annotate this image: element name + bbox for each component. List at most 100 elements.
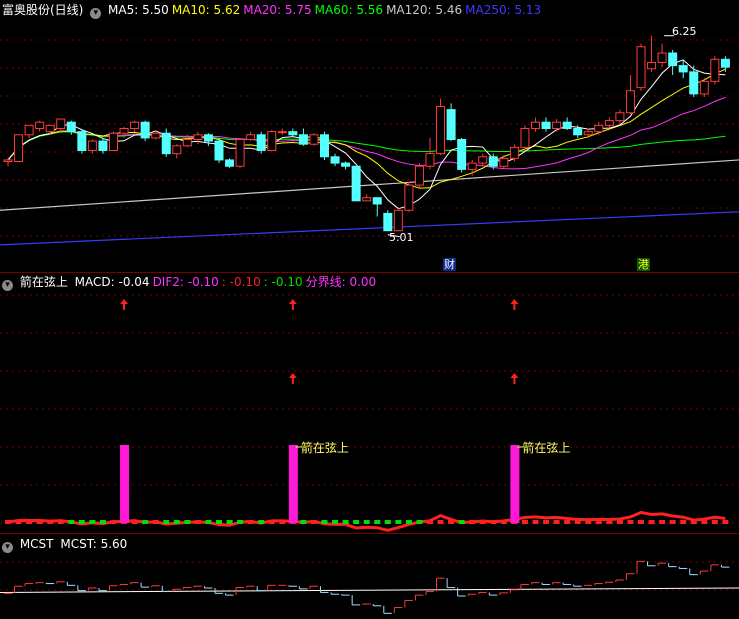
macd-bar (458, 520, 465, 524)
candle-body (172, 145, 182, 155)
signal-pillar (510, 445, 520, 523)
ma-legend-item: MA120: 5.46 (386, 3, 463, 17)
candle-body (35, 121, 45, 129)
candle-body (98, 140, 108, 152)
candle-body (467, 162, 477, 170)
candle-body (109, 132, 118, 152)
candle-body (699, 80, 709, 95)
indicator-legend-item: : -0.10 (263, 275, 303, 289)
ma-legend-item: MA5: 5.50 (108, 3, 169, 17)
macd-bar (448, 520, 455, 524)
hk-badge[interactable]: 港 (637, 258, 650, 271)
indicator-chart[interactable] (0, 273, 739, 533)
candle-body (3, 159, 13, 163)
signal-pillar (288, 445, 298, 523)
ma-legend-item: MA20: 5.75 (243, 3, 312, 17)
macd-bar (342, 520, 349, 524)
candle-body (288, 131, 298, 136)
candle-body (66, 121, 76, 133)
macd-bar (110, 520, 117, 524)
macd-bar (363, 520, 370, 524)
candle-body (446, 109, 456, 141)
candle-body (583, 131, 593, 136)
macd-bar (89, 520, 96, 524)
candle-body (562, 121, 572, 129)
macd-bar (131, 520, 138, 524)
indicator-panel[interactable]: ▾ 箭在弦上 MACD: -0.04 DIF2: -0.10: -0.10: -0… (0, 273, 739, 533)
candle-body (87, 140, 97, 152)
candle-body (140, 121, 150, 139)
macd-bar (15, 520, 22, 524)
macd-bar (205, 520, 212, 524)
macd-bar (395, 520, 402, 524)
mcst-panel[interactable]: ▾ MCST MCST: 5.60 (0, 534, 739, 619)
macd-bar (711, 520, 718, 524)
candle-body (372, 197, 382, 205)
ma-legend: MA5: 5.50 MA10: 5.62 MA20: 5.75 MA60: 5.56 M… (108, 3, 544, 17)
candle-body (362, 197, 372, 202)
candle-body (130, 121, 140, 129)
candle-body (383, 212, 393, 232)
macd-bar (638, 520, 644, 524)
candle-body (573, 127, 583, 136)
macd-bar (26, 520, 33, 524)
macd-bar (237, 520, 244, 524)
candle-body (246, 134, 256, 141)
price-panel[interactable]: 富奥股份(日线) ▾ MA5: 5.50 MA10: 5.62 MA20: 5.75… (0, 0, 739, 272)
candle-body (161, 132, 171, 155)
candle-body (277, 131, 287, 134)
price-chart[interactable] (0, 0, 739, 272)
macd-bar (616, 520, 623, 524)
indicator-legend-item: DIF2: -0.10 (152, 275, 219, 289)
candle-body (499, 157, 509, 167)
up-arrow-icon (120, 299, 129, 310)
macd-bar (574, 520, 581, 524)
candle-body (436, 105, 446, 155)
macd-bar (553, 520, 560, 524)
macd-bar (216, 520, 222, 524)
candle-body (320, 134, 329, 158)
macd-bar (226, 520, 233, 524)
candle-body (657, 52, 667, 63)
macd-bar (405, 520, 412, 524)
indicator-legend-item: 分界线: 0.00 (305, 275, 377, 289)
macd-bar (353, 520, 360, 524)
candle-body (77, 131, 87, 152)
macd-bar (585, 520, 592, 524)
ma10-line (7, 68, 726, 189)
macd-bar (47, 520, 54, 524)
up-arrow-icon (510, 299, 519, 310)
candle-body (193, 134, 203, 141)
macd-bar (648, 520, 655, 524)
chevron-down-icon[interactable]: ▾ (2, 542, 13, 553)
finance-badge[interactable]: 财 (443, 258, 456, 271)
candle-body (636, 46, 646, 89)
candle-body (14, 134, 24, 163)
macd-bar (5, 520, 11, 524)
macd-bar (374, 520, 381, 524)
macd-bar (532, 520, 539, 524)
macd-bar (173, 520, 180, 524)
ma-legend-item: MA60: 5.56 (314, 3, 384, 17)
macd-bar (416, 520, 423, 524)
candle-body (478, 156, 488, 164)
macd-bar (300, 520, 307, 524)
macd-bar (279, 520, 286, 524)
price-header: 富奥股份(日线) ▾ MA5: 5.50 MA10: 5.62 MA20: 5.75… (2, 2, 547, 19)
macd-bar (384, 520, 391, 524)
macd-bar (479, 520, 486, 524)
candle-body (615, 112, 625, 122)
indicator-header: ▾ 箭在弦上 MACD: -0.04 DIF2: -0.10: -0.10: -0… (2, 274, 382, 291)
chevron-down-icon[interactable]: ▾ (2, 280, 13, 291)
macd-bar (722, 520, 729, 524)
macd-bar (606, 520, 613, 524)
candle-body (552, 121, 562, 129)
candle-body (225, 159, 235, 167)
macd-bar (57, 520, 64, 524)
macd-bar (78, 520, 85, 524)
up-arrow-icon (510, 373, 519, 384)
high-price-label: 6.25 (672, 25, 697, 38)
candle-body (457, 139, 467, 170)
macd-bar (595, 520, 602, 524)
chevron-down-icon[interactable]: ▾ (90, 8, 102, 19)
